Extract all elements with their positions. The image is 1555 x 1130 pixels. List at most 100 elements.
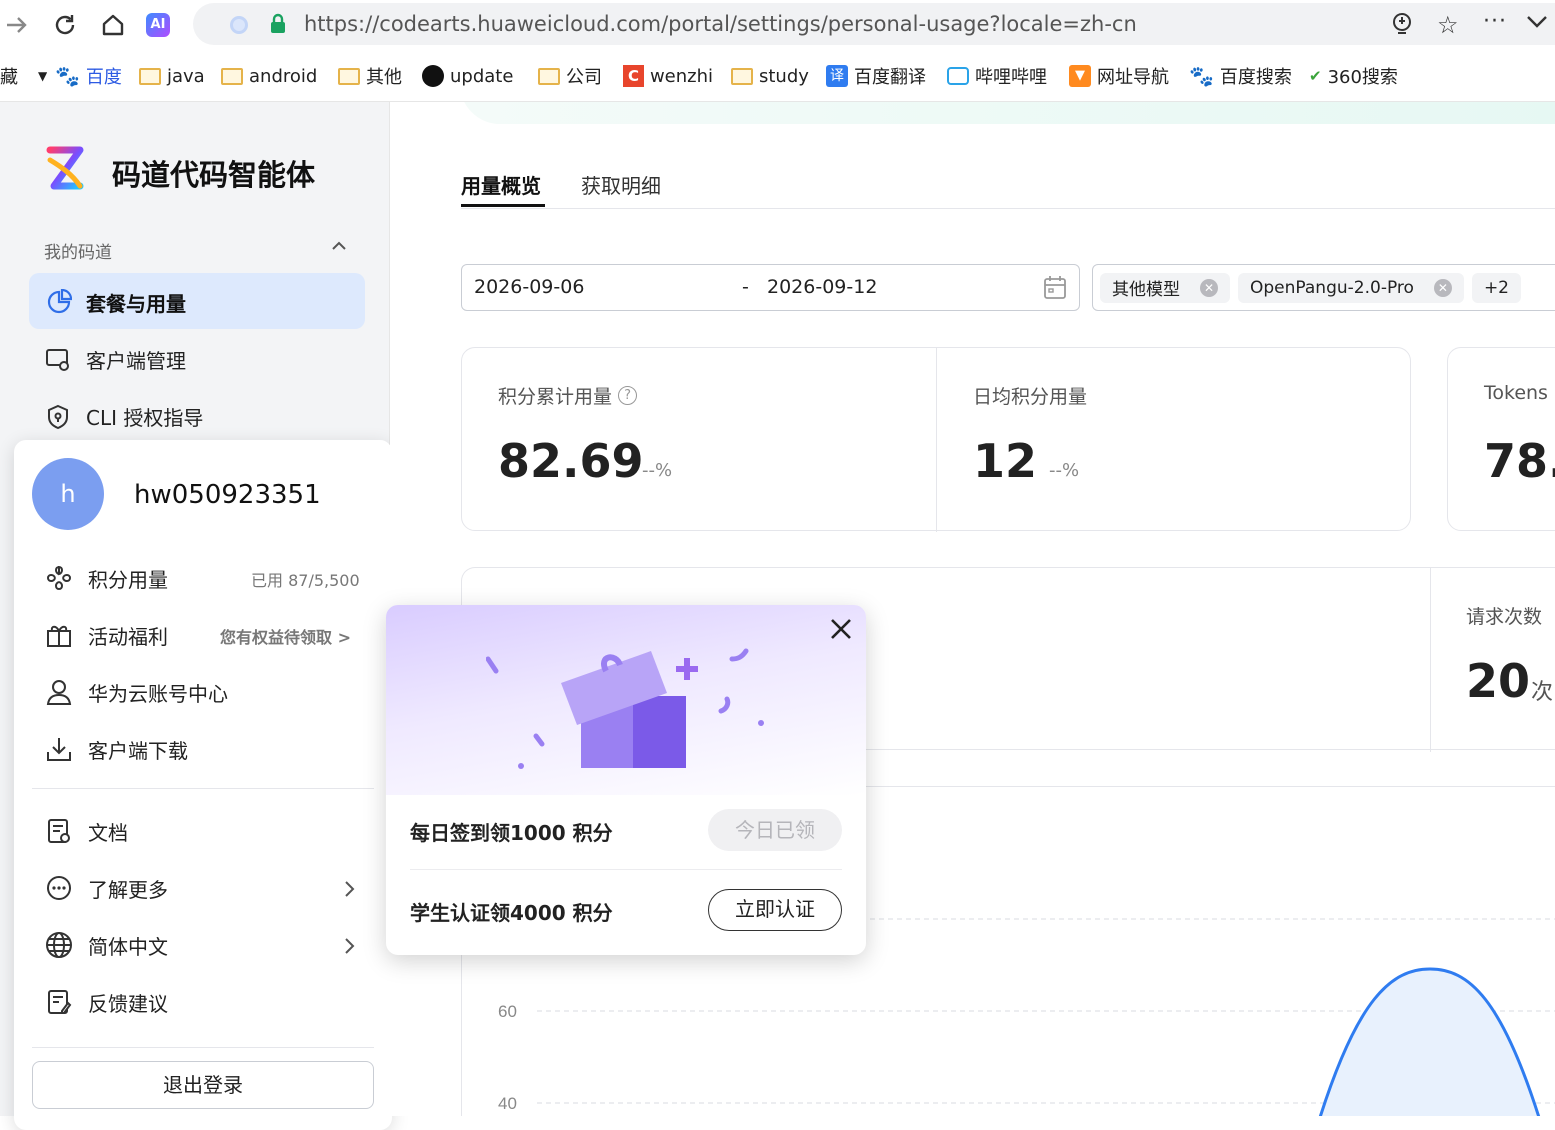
menu-item-label: 反馈建议 [88, 991, 168, 1016]
model-multiselect[interactable]: 其他模型 ✕ OpenPangu-2.0-Pro ✕ +2 [1092, 264, 1555, 311]
brand-title: 码道代码智能体 [112, 158, 316, 192]
close-icon[interactable] [828, 616, 854, 642]
bookmark-label: study [759, 65, 809, 87]
menu-item-docs[interactable]: 文档 [44, 816, 128, 846]
menu-item-activity-benefits[interactable]: 活动福利 [44, 620, 168, 650]
sidebar-item-cli-guide[interactable]: CLI 授权指导 [44, 402, 203, 431]
bilibili-icon [947, 67, 969, 85]
tab-detail[interactable]: 获取明细 [581, 170, 661, 199]
bookmark-label: 网址导航 [1097, 67, 1169, 88]
bookmark-cang[interactable]: 藏 ▼ [0, 62, 47, 90]
points-used-value: 已用 87/5,500 [251, 571, 360, 590]
date-separator: - [742, 276, 749, 298]
gift-popup: 每日签到领1000 积分 今日已领 学生认证领4000 积分 立即认证 [386, 605, 866, 955]
sidebar-item-label: 客户端管理 [86, 349, 186, 373]
date-start[interactable]: 2026-09-06 [474, 276, 584, 298]
benefits-pending-link[interactable]: 您有权益待领取 > [220, 624, 351, 648]
menu-item-label: 简体中文 [88, 934, 168, 959]
bookmark-wenzhi[interactable]: Cwenzhi [623, 62, 713, 90]
bookmark-360[interactable]: ✔ 360搜索 [1309, 62, 1398, 90]
folder-icon [139, 67, 161, 85]
calendar-icon[interactable] [1043, 275, 1067, 301]
site-info-icon[interactable] [230, 16, 248, 34]
menu-item-feedback[interactable]: 反馈建议 [44, 987, 168, 1017]
tab-usage-overview[interactable]: 用量概览 [461, 170, 541, 199]
address-bar[interactable]: https://codearts.huaweicloud.com/portal/… [193, 3, 1555, 45]
lock-icon [269, 13, 287, 35]
bookmark-update[interactable]: update [422, 62, 517, 90]
y-tick-label: 40 [498, 1094, 517, 1113]
c-logo-icon: C [623, 65, 644, 87]
sidebar-item-client-management[interactable]: 客户端管理 [44, 345, 186, 374]
model-tag: OpenPangu-2.0-Pro ✕ [1238, 272, 1464, 303]
help-icon[interactable]: ? [618, 386, 638, 405]
remove-tag-icon[interactable]: ✕ [1200, 278, 1218, 297]
bookmark-company[interactable]: 公司 [538, 62, 602, 90]
url-text[interactable]: https://codearts.huaweicloud.com/portal/… [304, 12, 1137, 36]
divider [410, 869, 842, 870]
chevron-down-icon[interactable] [1526, 15, 1548, 29]
baidu-paw-icon: 🐾 [55, 64, 80, 88]
bookmark-label: android [249, 65, 318, 87]
date-end[interactable]: 2026-09-12 [767, 276, 877, 298]
shield-icon [44, 403, 72, 431]
bookmark-nav[interactable]: ▼ 网址导航 [1069, 62, 1169, 90]
section-label: 我的码道 [44, 243, 112, 263]
logout-button[interactable]: 退出登录 [32, 1061, 374, 1109]
bookmark-label: 哔哩哔哩 [975, 67, 1047, 88]
gift-box-icon [486, 641, 776, 781]
avatar[interactable]: h [32, 458, 104, 530]
document-icon [44, 816, 74, 846]
student-verify-label: 学生认证领4000 积分 [410, 901, 613, 925]
claimed-today-button[interactable]: 今日已领 [708, 809, 842, 851]
bookmark-label: 其他 [366, 67, 402, 88]
caret-down-icon: ▼ [38, 69, 48, 83]
top-banner [460, 102, 1555, 124]
stat-change: --% [642, 460, 673, 481]
chevron-up-icon[interactable] [331, 240, 347, 252]
more-icon[interactable]: ··· [1483, 9, 1507, 34]
stat-label: Tokens [1484, 382, 1548, 404]
stat-change: --% [1049, 460, 1080, 481]
baidu-paw-icon: 🐾 [1189, 64, 1214, 88]
sidebar-item-plan-usage[interactable]: 套餐与用量 [29, 273, 365, 329]
menu-item-label: 客户端下载 [88, 738, 188, 763]
bookmark-label: update [450, 65, 514, 87]
bookmark-android[interactable]: android [221, 62, 317, 90]
bookmark-baidu-search[interactable]: 🐾 百度搜索 [1189, 62, 1292, 90]
bookmark-other[interactable]: 其他 [338, 62, 402, 90]
folder-icon [221, 67, 243, 85]
bookmark-baidu-translate[interactable]: 译百度翻译 [826, 62, 929, 90]
more-tags-count[interactable]: +2 [1471, 272, 1521, 303]
remove-tag-icon[interactable]: ✕ [1433, 278, 1452, 297]
date-range-picker[interactable]: 2026-09-06 - 2026-09-12 [461, 264, 1080, 311]
chevron-right-icon [344, 937, 356, 955]
menu-item-points-usage[interactable]: 积分用量 [44, 563, 168, 593]
forward-icon[interactable] [4, 12, 30, 38]
home-icon[interactable] [100, 12, 126, 38]
menu-item-learn-more[interactable]: 了解更多 [44, 873, 168, 903]
bookmark-java[interactable]: java [139, 62, 205, 90]
bookmark-bilibili[interactable]: 哔哩哔哩 [947, 62, 1051, 90]
bookmark-study[interactable]: study [731, 62, 809, 90]
menu-item-client-download[interactable]: 客户端下载 [44, 734, 188, 764]
globe-icon [44, 930, 74, 960]
stat-label-text: 积分累计用量 [498, 386, 613, 408]
ai-extension-icon[interactable]: AI [146, 13, 170, 37]
translate-icon: 译 [826, 65, 848, 87]
menu-item-language[interactable]: 简体中文 [44, 930, 168, 960]
bookmark-label: 百度搜索 [1219, 67, 1292, 88]
menu-item-account-center[interactable]: 华为云账号中心 [44, 677, 228, 707]
sidebar-item-label: CLI 授权指导 [86, 406, 204, 430]
reload-icon[interactable] [52, 12, 78, 38]
browser-toolbar: AI https://codearts.huaweicloud.com/port… [0, 0, 1555, 50]
card-divider [1430, 568, 1431, 752]
star-icon[interactable]: ☆ [1437, 11, 1459, 39]
bookmark-baidu[interactable]: 🐾 百度 [55, 62, 122, 90]
verify-now-button[interactable]: 立即认证 [708, 889, 842, 931]
more-circle-icon [44, 873, 74, 903]
bookmark-label: 公司 [566, 67, 602, 88]
menu-item-label: 文档 [88, 820, 128, 845]
requests-unit: 次 [1531, 680, 1554, 705]
lightbulb-icon[interactable] [1390, 12, 1414, 38]
